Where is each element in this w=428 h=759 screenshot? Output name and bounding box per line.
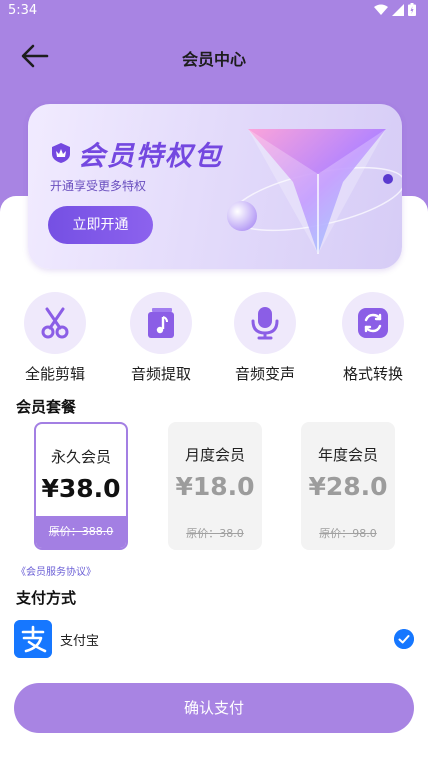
page-title: 会员中心 xyxy=(181,50,246,69)
plan-name: 永久会员 xyxy=(50,448,111,466)
payment-section-title: 支付方式 xyxy=(16,589,77,607)
feature-label: 全能剪辑 xyxy=(24,365,85,383)
banner-title: 会员特权包 xyxy=(78,141,223,172)
feature-list: 全能剪辑 音频提取 音频变声 格式转换 xyxy=(0,292,428,392)
feature-icon-circle xyxy=(130,292,192,354)
plan-price: ¥18.0 xyxy=(175,472,255,501)
feature-icon-circle xyxy=(24,292,86,354)
plans-section-title: 会员套餐 xyxy=(16,398,77,416)
confirm-pay-button[interactable]: 确认支付 xyxy=(14,683,414,733)
check-icon[interactable] xyxy=(394,629,414,649)
vip-logo-icon xyxy=(227,129,402,254)
crown-badge-icon xyxy=(52,143,70,163)
payment-option-alipay[interactable]: 支付宝 xyxy=(14,620,414,658)
convert-icon xyxy=(358,308,388,338)
wifi-icon xyxy=(374,4,388,15)
plan-price: ¥28.0 xyxy=(308,472,388,501)
banner-subtitle: 开通享受更多特权 xyxy=(50,179,147,193)
feature-extract[interactable]: 音频提取 xyxy=(116,292,206,384)
battery-icon xyxy=(408,3,416,16)
feature-label: 音频提取 xyxy=(130,365,191,383)
feature-voice-change[interactable]: 音频变声 xyxy=(220,292,310,384)
plan-original-price: 原价：38.0 xyxy=(186,527,244,540)
alipay-icon xyxy=(14,620,52,658)
status-bar: 5:34 xyxy=(0,0,428,22)
vip-banner: 会员特权包 开通享受更多特权 立即开通 xyxy=(28,104,402,269)
plan-card-monthly[interactable]: 月度会员 ¥18.0 原价：38.0 xyxy=(168,422,262,550)
feature-icon-circle xyxy=(342,292,404,354)
feature-edit[interactable]: 全能剪辑 xyxy=(10,292,100,384)
service-agreement-link[interactable]: 《会员服务协议》 xyxy=(16,563,96,578)
microphone-icon xyxy=(251,307,279,340)
plan-name: 年度会员 xyxy=(317,446,378,464)
top-bar: 会员中心 xyxy=(0,36,428,76)
open-vip-button[interactable]: 立即开通 xyxy=(48,206,153,244)
plan-price: ¥38.0 xyxy=(41,474,121,503)
plan-original-price: 原价：98.0 xyxy=(319,527,377,540)
status-time: 5:34 xyxy=(8,3,38,18)
feature-convert[interactable]: 格式转换 xyxy=(328,292,418,384)
music-note-icon xyxy=(148,308,174,338)
plan-card-lifetime[interactable]: 永久会员 ¥38.0 原价：388.0 xyxy=(34,422,128,550)
payment-method-name: 支付宝 xyxy=(60,634,100,649)
feature-label: 音频变声 xyxy=(234,365,295,383)
plan-name: 月度会员 xyxy=(184,446,245,464)
plan-original-price: 原价：388.0 xyxy=(36,516,126,548)
status-icons xyxy=(374,3,416,16)
plan-card-yearly[interactable]: 年度会员 ¥28.0 原价：98.0 xyxy=(301,422,395,550)
feature-label: 格式转换 xyxy=(342,365,403,383)
signal-icon xyxy=(392,3,404,16)
scissors-icon xyxy=(41,307,69,339)
feature-icon-circle xyxy=(234,292,296,354)
